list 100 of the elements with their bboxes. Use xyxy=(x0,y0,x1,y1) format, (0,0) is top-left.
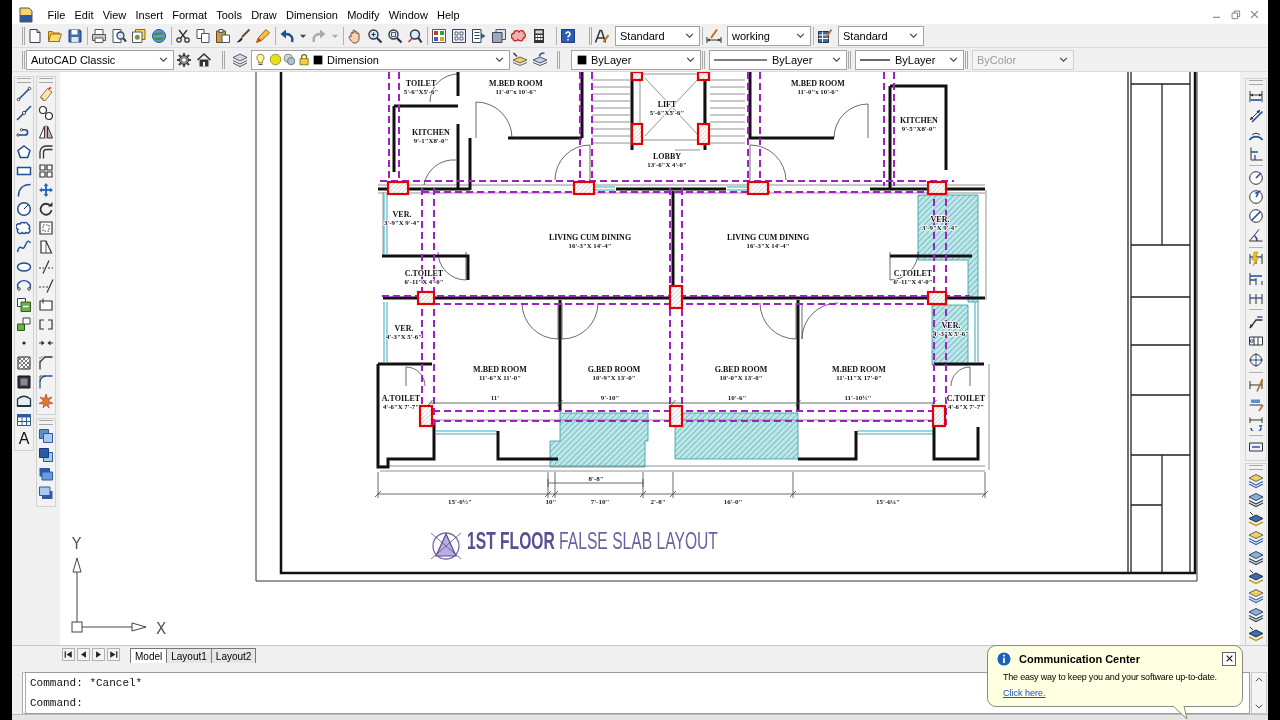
menu-item[interactable]: Insert xyxy=(130,8,168,21)
linetype-dropdown[interactable]: ByLayer xyxy=(709,49,847,70)
rotate-icon[interactable] xyxy=(38,201,54,218)
trim-icon[interactable] xyxy=(38,258,54,275)
first-icon[interactable] xyxy=(62,648,75,661)
scroll-up-icon[interactable] xyxy=(1254,675,1264,685)
lineweight-dropdown[interactable]: ByLayer xyxy=(855,49,964,70)
layer-stack-icon[interactable] xyxy=(1248,491,1264,508)
layer-stack-icon[interactable] xyxy=(1248,607,1264,624)
dimension-update-icon[interactable] xyxy=(1248,415,1264,431)
layer-stack-icon[interactable] xyxy=(1248,472,1264,489)
dimension-style-dropdown[interactable]: working xyxy=(727,25,811,46)
gradient-icon[interactable] xyxy=(16,373,32,390)
brush-icon[interactable] xyxy=(235,27,251,44)
dimension-edit-icon[interactable] xyxy=(1248,376,1264,393)
menu-item[interactable]: View xyxy=(98,8,131,21)
house-icon[interactable] xyxy=(196,51,212,68)
leader-icon[interactable] xyxy=(1248,314,1264,331)
diameter-icon[interactable] xyxy=(1248,208,1264,225)
menu-item[interactable]: Modify xyxy=(342,8,385,21)
previous-icon[interactable] xyxy=(77,648,90,661)
quick-dimension-icon[interactable] xyxy=(1248,251,1264,268)
stacked-sheet-icon[interactable] xyxy=(491,27,507,44)
cloud-icon[interactable] xyxy=(16,220,32,237)
app-logo-icon[interactable] xyxy=(18,6,34,23)
table-style-icon[interactable] xyxy=(817,27,833,44)
text-tool-button[interactable]: A xyxy=(18,429,30,447)
baseline-dimension-icon[interactable] xyxy=(1248,270,1264,287)
calculator-icon[interactable] xyxy=(531,27,547,44)
new-page-icon[interactable] xyxy=(27,27,43,44)
stretch-icon[interactable] xyxy=(38,239,54,256)
linear-dimension-icon[interactable] xyxy=(1248,88,1264,104)
layer-previous-icon[interactable] xyxy=(532,51,548,68)
text-style-dropdown[interactable]: Standard xyxy=(615,25,700,46)
menu-item[interactable]: Dimension xyxy=(281,8,343,21)
menu-item[interactable]: Window xyxy=(384,8,433,21)
layout-tab[interactable]: Layout2 xyxy=(210,648,257,663)
menu-item[interactable]: File xyxy=(43,8,70,21)
layer-current-icon[interactable] xyxy=(512,51,528,68)
hatch-icon[interactable] xyxy=(16,354,32,371)
bring-to-front-icon[interactable] xyxy=(38,427,54,444)
workspace-dropdown[interactable]: AutoCAD Classic xyxy=(26,49,174,70)
layout-tab[interactable]: Model xyxy=(130,648,168,663)
center-mark-icon[interactable] xyxy=(1248,352,1264,369)
save-icon[interactable] xyxy=(67,27,83,44)
scale-icon[interactable] xyxy=(38,220,54,237)
eraser-icon[interactable] xyxy=(38,86,54,102)
page-magnifier-icon[interactable] xyxy=(111,27,127,44)
ellipse-arc-icon[interactable] xyxy=(16,277,32,294)
hand-icon[interactable] xyxy=(347,27,363,44)
menu-item[interactable]: Format xyxy=(167,8,212,21)
grid-icon[interactable] xyxy=(451,27,467,44)
zoom-in-icon[interactable] xyxy=(367,27,383,44)
arc-icon[interactable] xyxy=(16,181,32,198)
layer-stack-icon[interactable] xyxy=(1248,511,1264,528)
menu-item[interactable]: Tools xyxy=(211,8,247,21)
drawing-canvas[interactable] xyxy=(60,72,1240,645)
menu-item[interactable]: Help xyxy=(432,8,465,21)
zoom-window-icon[interactable] xyxy=(387,27,403,44)
region-icon[interactable] xyxy=(16,393,32,409)
copy-object-icon[interactable] xyxy=(38,105,54,122)
undo-icon[interactable] xyxy=(279,27,295,44)
globe-icon[interactable] xyxy=(151,27,167,44)
zoom-previous-icon[interactable] xyxy=(407,27,423,44)
layer-dropdown[interactable]: Dimension xyxy=(251,49,510,70)
angular-dimension-icon[interactable] xyxy=(1248,227,1264,244)
color-dropdown[interactable]: ByLayer xyxy=(571,49,701,70)
move-icon[interactable] xyxy=(38,181,54,198)
jogged-radius-icon[interactable] xyxy=(1248,188,1264,205)
chamfer-icon[interactable] xyxy=(38,354,54,371)
radius-icon[interactable] xyxy=(1248,169,1264,186)
table-icon[interactable] xyxy=(16,412,32,429)
last-icon[interactable] xyxy=(107,648,120,661)
command-input-line[interactable]: Command: xyxy=(26,693,83,713)
text-style-icon[interactable] xyxy=(594,27,610,44)
layer-stack-icon[interactable] xyxy=(1248,626,1264,643)
offset-icon[interactable] xyxy=(38,143,54,160)
line-icon[interactable] xyxy=(16,86,32,102)
layer-stack-icon[interactable] xyxy=(1248,587,1264,604)
help-icon[interactable] xyxy=(560,27,576,44)
scissors-icon[interactable] xyxy=(175,27,191,44)
cloud-markup-icon[interactable] xyxy=(511,27,527,44)
layout-tab[interactable]: Layout1 xyxy=(166,648,212,663)
vertical-scrollbar[interactable] xyxy=(1251,672,1267,714)
aligned-dimension-icon[interactable] xyxy=(1248,107,1264,124)
restore-icon[interactable] xyxy=(1230,9,1241,20)
polygon-icon[interactable] xyxy=(16,143,32,160)
make-block-icon[interactable] xyxy=(16,316,32,333)
list-arrow-icon[interactable] xyxy=(471,27,487,44)
copy-icon[interactable] xyxy=(195,27,211,44)
ordinate-icon[interactable] xyxy=(1248,145,1264,162)
array-icon[interactable] xyxy=(38,162,54,179)
gear-icon[interactable] xyxy=(176,51,192,68)
page-stack-icon[interactable] xyxy=(131,27,147,44)
pencil-icon[interactable] xyxy=(255,27,271,44)
explode-icon[interactable] xyxy=(38,393,54,409)
send-to-back-icon[interactable] xyxy=(38,446,54,463)
menu-item[interactable]: Edit xyxy=(69,8,99,21)
bring-above-icon[interactable] xyxy=(38,465,54,482)
scroll-down-icon[interactable] xyxy=(1254,701,1264,711)
